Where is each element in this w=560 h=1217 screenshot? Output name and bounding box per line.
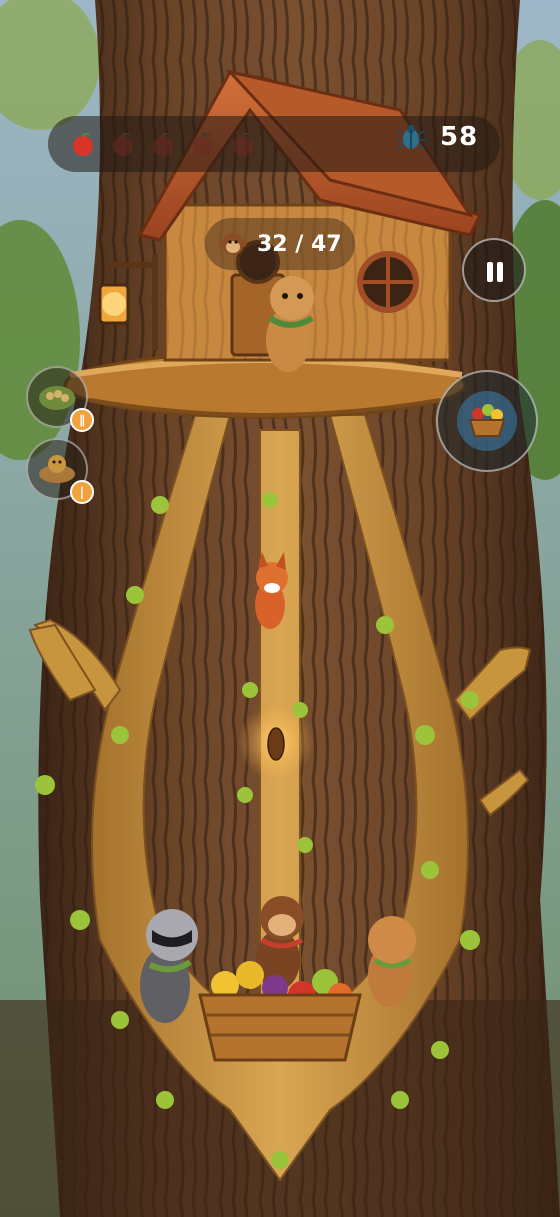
- bird-nest-powerup[interactable]: |: [26, 438, 94, 504]
- beetle-icon: [397, 125, 425, 150]
- fruit-basket-icon: [457, 391, 517, 451]
- pause-button[interactable]: [462, 238, 526, 302]
- game-scene: [0, 0, 560, 1217]
- life-apple-icon: [73, 132, 93, 156]
- powerup-badge: |: [70, 480, 94, 504]
- powerup-badge: ∥: [70, 408, 94, 432]
- pinecone: [267, 727, 285, 761]
- monkey-face-icon: [219, 233, 247, 255]
- score-value: 58: [440, 122, 479, 152]
- game-screen: 58 32 / 47 ∥ |: [0, 0, 560, 1217]
- seed-pile-powerup[interactable]: ∥: [26, 366, 94, 432]
- basket-button[interactable]: [436, 370, 538, 472]
- life-apple-icon: [233, 132, 253, 156]
- collected-counter: 32 / 47: [205, 218, 355, 270]
- score-display: 58: [396, 122, 478, 152]
- life-apple-icon: [113, 132, 133, 156]
- treehouse-platform: [63, 351, 467, 419]
- life-apple-icon: [193, 132, 213, 156]
- lives-indicator: [70, 131, 256, 157]
- life-apple-icon: [153, 132, 173, 156]
- collected-value: 32 / 47: [257, 231, 342, 257]
